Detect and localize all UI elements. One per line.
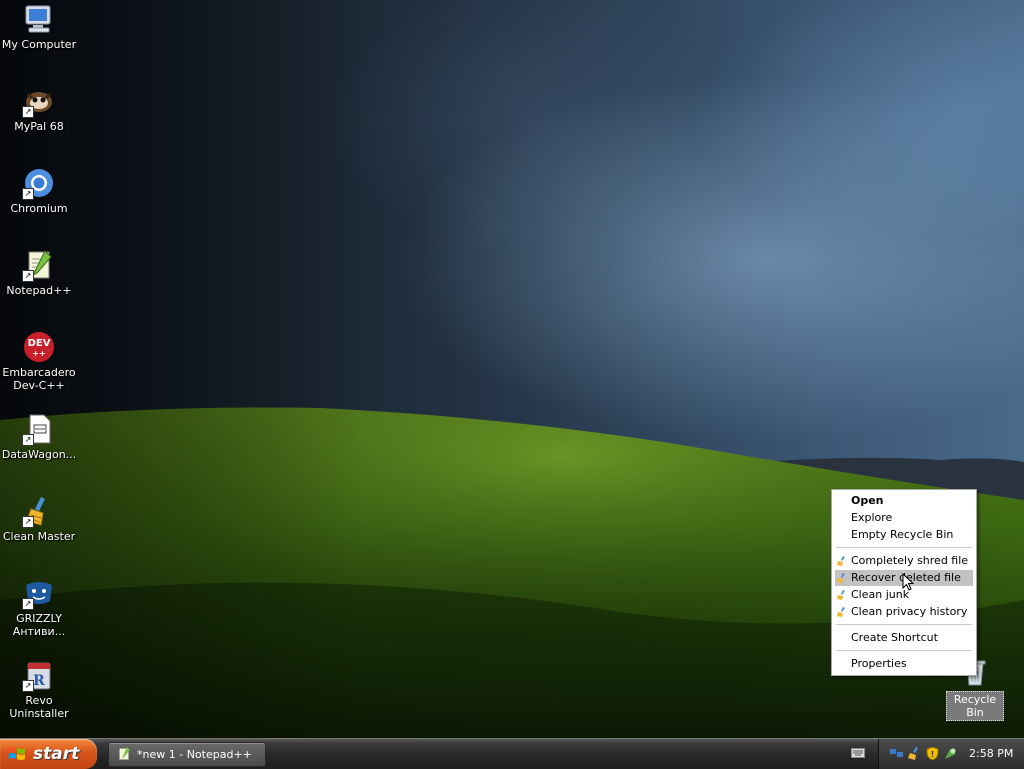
menu-item-label: Clean junk (851, 588, 910, 601)
desktop-icon-label-line2: Антиви... (12, 625, 66, 638)
menu-separator (836, 624, 972, 625)
datawagon-icon: ↗ (22, 412, 56, 446)
desktop-icon-label: MyPal 68 (14, 120, 64, 133)
menu-item-explore[interactable]: Explore (835, 510, 973, 526)
desktop-icon-my-computer[interactable]: My Computer (1, 2, 77, 51)
menu-item-clean-privacy-history[interactable]: Clean privacy history (835, 604, 973, 620)
desktop-icon-label: DataWagon... (1, 448, 77, 461)
keyboard-layout-icon[interactable] (851, 748, 865, 758)
desktop-icon-mypal[interactable]: ↗ MyPal 68 (1, 84, 77, 133)
mypal-icon: ↗ (22, 84, 56, 118)
menu-item-completely-shred-file[interactable]: Completely shred file (835, 553, 973, 569)
mouse-cursor-icon (902, 573, 915, 591)
desktop-icon-clean-master[interactable]: ↗ Clean Master (1, 494, 77, 543)
shortcut-arrow-icon: ↗ (22, 270, 34, 282)
clean-master-icon: ↗ (22, 494, 56, 528)
menu-item-create-shortcut[interactable]: Create Shortcut (835, 630, 973, 646)
clean-master-brush-icon (837, 556, 845, 566)
clean-master-brush-icon (837, 590, 845, 600)
grizzly-icon: ↗ (22, 576, 56, 610)
desktop-icon-label: Notepad++ (6, 284, 72, 297)
chromium-icon: ↗ (22, 166, 56, 200)
menu-item-label: Create Shortcut (851, 631, 938, 644)
shortcut-arrow-icon: ↗ (22, 434, 34, 446)
security-shield-icon[interactable]: ! (926, 747, 939, 760)
my-computer-icon (22, 2, 56, 36)
start-label: start (33, 744, 80, 764)
menu-item-empty-recycle-bin[interactable]: Empty Recycle Bin (835, 527, 973, 543)
dev-cpp-icon: DEV ++ (22, 330, 56, 364)
shortcut-arrow-icon: ↗ (22, 516, 34, 528)
svg-text:++: ++ (32, 349, 45, 358)
app-tray-icon[interactable] (944, 747, 957, 760)
shortcut-arrow-icon: ↗ (22, 598, 34, 610)
desktop-icon-label: Chromium (10, 202, 68, 215)
desktop-icon-label-line1: Revo (25, 694, 53, 707)
recycle-bin-label: Recycle Bin (946, 691, 1004, 721)
taskbar-button-label: *new 1 - Notepad++ (137, 748, 252, 761)
clean-master-icon[interactable] (908, 747, 921, 760)
menu-item-label: Completely shred file (851, 554, 969, 567)
notepad-plus-plus-icon (118, 747, 130, 761)
notepad-plus-plus-icon: ↗ (22, 248, 56, 282)
menu-item-label: Empty Recycle Bin (851, 528, 954, 541)
desktop-icon-embarcadero-dev-cpp[interactable]: DEV ++ Embarcadero Dev-C++ (1, 330, 77, 392)
menu-item-label: Properties (851, 657, 907, 670)
shortcut-arrow-icon: ↗ (22, 188, 34, 200)
menu-item-label: Explore (851, 511, 893, 524)
desktop-icon-label-line2: Dev-C++ (13, 379, 65, 392)
menu-item-label: Clean privacy history (851, 605, 968, 618)
revo-uninstaller-icon: R ↗ (22, 658, 56, 692)
menu-item-properties[interactable]: Properties (835, 656, 973, 672)
menu-separator (836, 547, 972, 548)
desktop-icon-revo-uninstaller[interactable]: R ↗ Revo Uninstaller (1, 658, 77, 720)
desktop-icon-label: Clean Master (2, 530, 76, 543)
windows-flag-icon (9, 747, 25, 760)
svg-text:!: ! (931, 750, 935, 759)
system-tray: ! 2:58 PM (878, 739, 1024, 769)
desktop-icon-grizzly[interactable]: ↗ GRIZZLY Антиви... (1, 576, 77, 638)
clean-master-brush-icon (837, 607, 845, 617)
menu-item-open[interactable]: Open (835, 493, 973, 509)
taskbar-button-notepad-plus-plus[interactable]: *new 1 - Notepad++ (108, 742, 266, 767)
desktop-icon-label-line1: GRIZZLY (16, 612, 62, 625)
svg-text:R: R (33, 673, 45, 689)
desktop[interactable]: My Computer ↗ MyPal 68 ↗ Chromium ↗ Note… (0, 0, 1024, 738)
desktop-icon-label-line2: Uninstaller (9, 707, 69, 720)
start-button[interactable]: start (0, 739, 97, 769)
desktop-icon-notepad-plus-plus[interactable]: ↗ Notepad++ (1, 248, 77, 297)
desktop-icon-label-line1: Embarcadero (2, 366, 76, 379)
taskbar: start *new 1 - Notepad++ ! 2:58 PM (0, 738, 1024, 769)
clean-master-brush-icon (837, 573, 845, 583)
desktop-icon-datawagon[interactable]: ↗ DataWagon... (1, 412, 77, 461)
shortcut-arrow-icon: ↗ (22, 680, 34, 692)
network-icon[interactable] (890, 747, 903, 760)
menu-separator (836, 650, 972, 651)
desktop-icon-chromium[interactable]: ↗ Chromium (1, 166, 77, 215)
shortcut-arrow-icon: ↗ (22, 106, 34, 118)
menu-item-label: Open (851, 494, 884, 507)
system-clock[interactable]: 2:58 PM (969, 739, 1013, 769)
dev-cpp-icon-text: DEV (28, 338, 51, 349)
desktop-icon-label: My Computer (1, 38, 77, 51)
